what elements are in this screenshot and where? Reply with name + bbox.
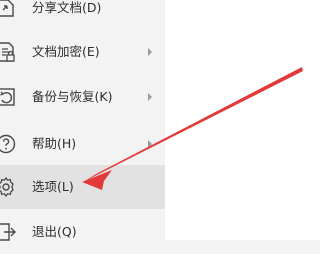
menu-item-document-encrypt[interactable]: 文档加密(E) [0, 30, 165, 74]
help-icon [0, 132, 18, 156]
document-encrypt-icon [0, 40, 18, 64]
menu-item-label: 帮助(H) [32, 135, 77, 151]
menu-item-exit[interactable]: 退出(Q) [0, 210, 165, 254]
menu-item-label: 选项(L) [32, 178, 74, 194]
share-document-icon [0, 0, 18, 20]
menu-item-backup-restore[interactable]: 备份与恢复(K) [0, 75, 165, 119]
menu-item-label: 分享文档(D) [32, 0, 102, 15]
menu-item-help[interactable]: 帮助(H) [0, 122, 165, 166]
file-menu: 分享文档(D) 文档加密(E) 备份与恢复(K) 帮助(H) 选项(L) 退出(… [0, 0, 165, 241]
chevron-right-icon [148, 93, 152, 101]
chevron-right-icon [148, 140, 152, 148]
content-area [165, 0, 320, 240]
menu-item-label: 备份与恢复(K) [32, 88, 113, 104]
menu-item-label: 退出(Q) [32, 223, 77, 239]
menu-item-share-document[interactable]: 分享文档(D) [0, 0, 165, 30]
backup-restore-icon [0, 85, 18, 109]
chevron-right-icon [148, 48, 152, 56]
menu-item-label: 文档加密(E) [32, 43, 100, 59]
options-gear-icon [0, 175, 18, 199]
exit-icon [0, 220, 18, 244]
menu-item-options[interactable]: 选项(L) [0, 165, 165, 209]
